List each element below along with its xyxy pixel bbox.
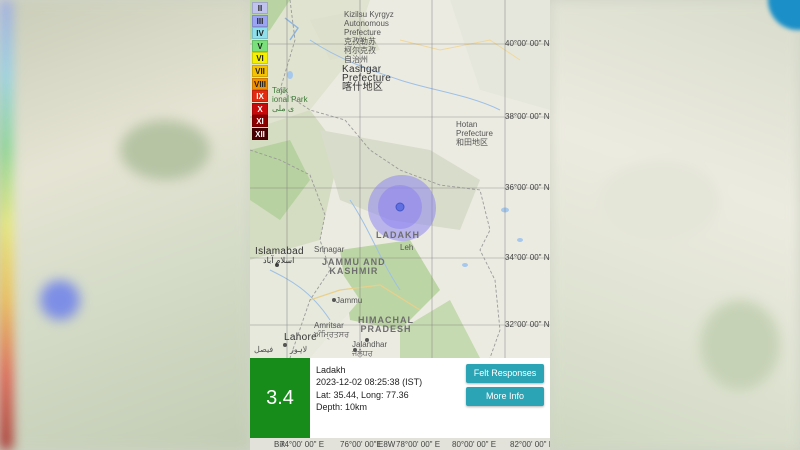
- label-faisal: فیصل: [254, 345, 274, 354]
- label-jalandhar: Jalandhar ਜਲੰਧਰ: [352, 340, 388, 358]
- intensity-swatch: VIII: [252, 77, 268, 90]
- label-hotan: Hotan Prefecture 和田地区: [456, 120, 493, 147]
- map-view[interactable]: Kizilsu Kyrgyz Autonomous Prefecture 克孜勒…: [250, 0, 550, 358]
- intensity-swatch: II: [252, 2, 268, 14]
- intensity-swatch: V: [252, 39, 268, 52]
- intensity-swatch: X: [252, 102, 268, 115]
- event-details: Ladakh 2023-12-02 08:25:38 (IST) Lat: 35…: [316, 364, 422, 413]
- lat-label: 32°00' 00" N: [505, 320, 550, 329]
- label-jammu-kashmir: JAMMU AND KASHMIR: [322, 257, 386, 276]
- event-coordinates: Lat: 35.44, Long: 77.36: [316, 389, 409, 400]
- event-depth: Depth: 10km: [316, 401, 368, 412]
- intensity-swatch: III: [252, 14, 268, 27]
- label-lahore-ur: لاہور: [290, 345, 308, 354]
- more-info-button[interactable]: More Info: [466, 387, 544, 406]
- lon-label: 82°00' 00" E: [510, 440, 550, 449]
- intensity-swatch: XI: [252, 115, 268, 128]
- label-srinagar: Srinagar: [314, 245, 345, 254]
- intensity-swatch: XII: [252, 127, 268, 140]
- intensity-swatch: VI: [252, 52, 268, 65]
- intensity-swatch: IX: [252, 90, 268, 103]
- intensity-legend: II III IV V VI VII VIII IX X XI XII: [252, 2, 268, 141]
- label-amritsar: Amritsar ਅੰਮ੍ਰਿਤਸਰ: [314, 321, 350, 339]
- lat-label: 38°00' 00" N: [505, 112, 550, 121]
- label-leh: Leh: [400, 243, 414, 252]
- background-blob: [40, 280, 80, 320]
- label-jammu: Jammu: [336, 296, 363, 305]
- event-location: Ladakh: [316, 365, 346, 375]
- background-color-strip: [0, 0, 12, 450]
- label-tajik-park: Tajik ional Park ی ملی: [272, 86, 308, 113]
- label-kashgar: Kashgar Prefecture 喀什地区: [342, 64, 392, 93]
- event-datetime: 2023-12-02 08:25:38 (IST): [316, 377, 423, 388]
- longitude-bar: Bik 74°00' 00" E 76°00' 00"E E8W 78°00' …: [250, 438, 550, 450]
- felt-responses-button[interactable]: Felt Responses: [466, 364, 544, 383]
- background-blob: [600, 160, 720, 240]
- label-islamabad: Islamabad اسلام آباد: [255, 246, 304, 266]
- lon-label: 78°00' 00" E: [396, 440, 441, 449]
- event-info-bar: 3.4 Ladakh 2023-12-02 08:25:38 (IST) Lat…: [250, 358, 550, 438]
- label-himachal: HIMACHAL PRADESH: [358, 315, 414, 334]
- label-ladakh: LADAKH: [376, 230, 420, 240]
- label-kizilsu: Kizilsu Kyrgyz Autonomous Prefecture 克孜勒…: [344, 10, 394, 64]
- label-lahore: Lahore: [284, 332, 317, 343]
- background-blob: [120, 120, 210, 180]
- earthquake-panel: Kizilsu Kyrgyz Autonomous Prefecture 克孜勒…: [250, 0, 550, 450]
- intensity-swatch: IV: [252, 27, 268, 40]
- lat-label: 40°00' 00" N: [505, 39, 550, 48]
- lon-label: 74°00' 00" E: [280, 440, 325, 449]
- lon-label: 76°00' 00"E: [340, 440, 382, 449]
- map-canvas: [250, 0, 550, 358]
- lat-label: 36°00' 00" N: [505, 183, 550, 192]
- magnitude-badge: 3.4: [250, 358, 310, 438]
- intensity-swatch: VII: [252, 64, 268, 77]
- lat-label: 34°00' 00" N: [505, 253, 550, 262]
- background-blob: [700, 300, 780, 390]
- background-left: [0, 0, 250, 450]
- lon-label: 80°00' 00" E: [452, 440, 497, 449]
- bottom-label: E8W: [378, 440, 396, 449]
